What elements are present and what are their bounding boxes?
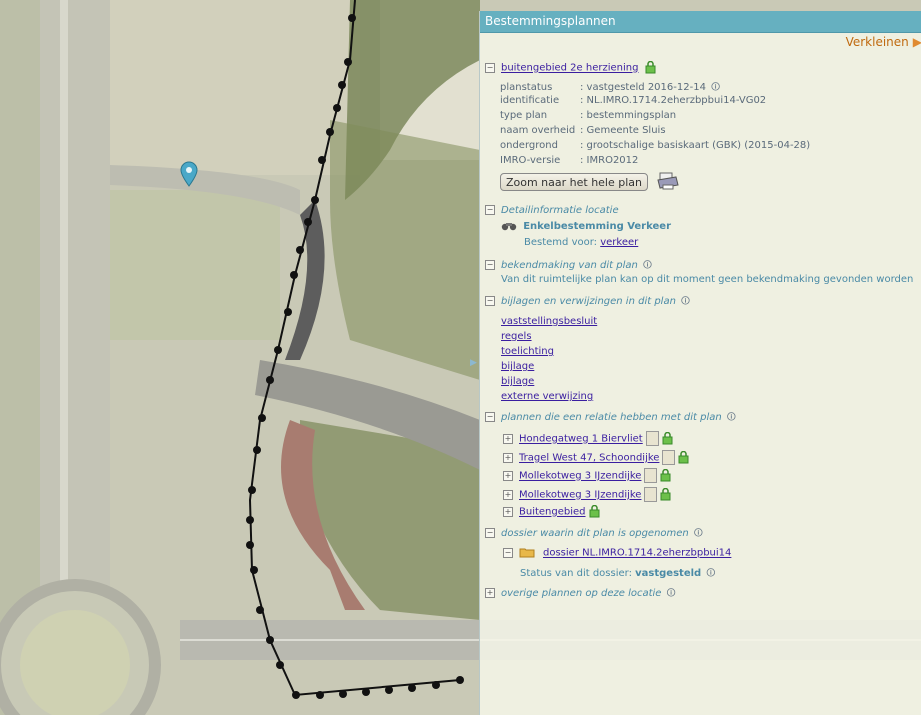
bestemming-row: Enkelbestemming Verkeer <box>501 221 671 232</box>
panel-expand-handle-icon[interactable]: ▶ <box>470 358 477 368</box>
info-icon[interactable]: 🛈 <box>706 566 715 582</box>
field-row: ondergrond: grootschalige basiskaart (GB… <box>500 140 811 151</box>
lock-icon <box>645 61 656 74</box>
plan-link[interactable]: buitengebied 2e herziening <box>501 63 638 74</box>
document-icon[interactable] <box>644 487 658 502</box>
binoculars-icon <box>501 223 517 231</box>
lock-icon <box>662 432 673 445</box>
bijlagen-section-header: − bijlagen en verwijzingen in dit plan 🛈 <box>485 294 690 310</box>
bestemd-voor-row: Bestemd voor: verkeer <box>524 237 639 248</box>
bekendmaking-section-header: − bekendmaking van dit plan 🛈 <box>485 258 652 274</box>
bijlagen-list: vaststellingsbesluit regels toelichting … <box>501 314 597 404</box>
bijlage-link[interactable]: externe verwijzing <box>501 391 593 402</box>
collapse-toggle-icon[interactable]: − <box>485 296 495 306</box>
expand-toggle-icon[interactable]: + <box>503 470 513 481</box>
expand-toggle-icon[interactable]: + <box>503 452 513 463</box>
bijlage-link[interactable]: vaststellingsbesluit <box>501 316 597 327</box>
info-icon[interactable]: 🛈 <box>681 294 690 310</box>
related-plan-link[interactable]: Tragel West 47, Schoondijke <box>519 453 659 464</box>
related-plan-link[interactable]: Mollekotweg 3 IJzendijke <box>519 471 641 482</box>
print-icon[interactable] <box>656 171 680 191</box>
bijlage-link[interactable]: toelichting <box>501 346 554 357</box>
bijlage-link[interactable]: bijlage <box>501 376 534 387</box>
field-row: naam overheid: Gemeente Sluis <box>500 125 666 136</box>
bestemd-voor-link[interactable]: verkeer <box>600 237 638 248</box>
related-plan-row: + Buitengebied <box>503 505 600 518</box>
document-icon[interactable] <box>645 431 659 446</box>
related-plan-row: + Mollekotweg 3 IJzendijke <box>503 487 671 502</box>
document-icon[interactable] <box>644 468 658 483</box>
dossier-section-header: − dossier waarin dit plan is opgenomen 🛈 <box>485 526 703 542</box>
plan-fields: planstatus: vastgesteld 2016-12-14 🛈 iden… <box>500 80 810 170</box>
arrow-right-icon: ▶ <box>913 35 921 49</box>
zoom-to-plan-button[interactable]: Zoom naar het hele plan <box>500 173 648 191</box>
info-icon[interactable]: 🛈 <box>711 80 720 96</box>
related-plan-link[interactable]: Buitengebied <box>519 507 586 518</box>
expand-toggle-icon[interactable]: + <box>503 433 513 444</box>
collapse-toggle-icon[interactable]: − <box>485 528 495 538</box>
info-icon[interactable]: 🛈 <box>643 258 652 274</box>
info-icon[interactable]: 🛈 <box>727 410 736 426</box>
info-icon[interactable]: 🛈 <box>666 586 675 602</box>
lock-icon <box>660 488 671 501</box>
expand-toggle-icon[interactable]: + <box>503 506 513 517</box>
bestemmingsplannen-panel: Bestemmingsplannen Verkleinen▶ −buitenge… <box>479 11 921 715</box>
related-plan-row: + Mollekotweg 3 IJzendijke <box>503 468 671 483</box>
dossier-status: Status van dit dossier: vastgesteld 🛈 <box>520 566 715 582</box>
collapse-toggle-icon[interactable]: − <box>485 205 495 215</box>
bijlage-link[interactable]: regels <box>501 331 532 342</box>
document-icon[interactable] <box>662 450 676 465</box>
dossier-link[interactable]: dossier NL.IMRO.1714.2eherzbpbui14 <box>543 548 731 559</box>
bekendmaking-text: Van dit ruimtelijke plan kan op dit mome… <box>501 274 914 285</box>
related-plan-link[interactable]: Mollekotweg 3 IJzendijke <box>519 490 641 501</box>
plan-header: − buitengebied 2e herziening <box>485 61 656 74</box>
dossier-row: − dossier NL.IMRO.1714.2eherzbpbui14 <box>503 547 731 559</box>
collapse-button[interactable]: Verkleinen ▶ <box>846 35 921 49</box>
field-row: planstatus: vastgesteld 2016-12-14 🛈 <box>500 80 810 95</box>
collapse-toggle-icon[interactable]: − <box>485 260 495 270</box>
lock-icon <box>660 469 671 482</box>
field-row: identificatie: NL.IMRO.1714.2eherzbpbui1… <box>500 95 767 106</box>
related-plan-link[interactable]: Hondegatweg 1 Biervliet <box>519 434 643 445</box>
related-plan-row: + Tragel West 47, Schoondijke <box>503 450 689 465</box>
field-row: type plan: bestemmingsplan <box>500 110 677 121</box>
lock-icon <box>589 505 600 518</box>
collapse-label: Verkleinen <box>845 35 909 49</box>
panel-title: Bestemmingsplannen <box>480 11 921 33</box>
expand-toggle-icon[interactable]: + <box>503 489 513 500</box>
detail-section-header: − Detailinformatie locatie <box>485 205 619 216</box>
related-plan-row: + Hondegatweg 1 Biervliet <box>503 431 673 446</box>
collapse-toggle-icon[interactable]: − <box>503 547 513 558</box>
overige-section-header: + overige plannen op deze locatie 🛈 <box>485 586 676 602</box>
lock-icon <box>678 451 689 464</box>
info-icon[interactable]: 🛈 <box>694 526 703 542</box>
collapse-toggle-icon[interactable]: − <box>485 62 495 73</box>
expand-toggle-icon[interactable]: + <box>485 588 495 598</box>
folder-icon <box>519 548 535 558</box>
field-row: IMRO-versie: IMRO2012 <box>500 155 639 166</box>
relaties-section-header: − plannen die een relatie hebben met dit … <box>485 410 736 426</box>
collapse-toggle-icon[interactable]: − <box>485 412 495 422</box>
bijlage-link[interactable]: bijlage <box>501 361 534 372</box>
